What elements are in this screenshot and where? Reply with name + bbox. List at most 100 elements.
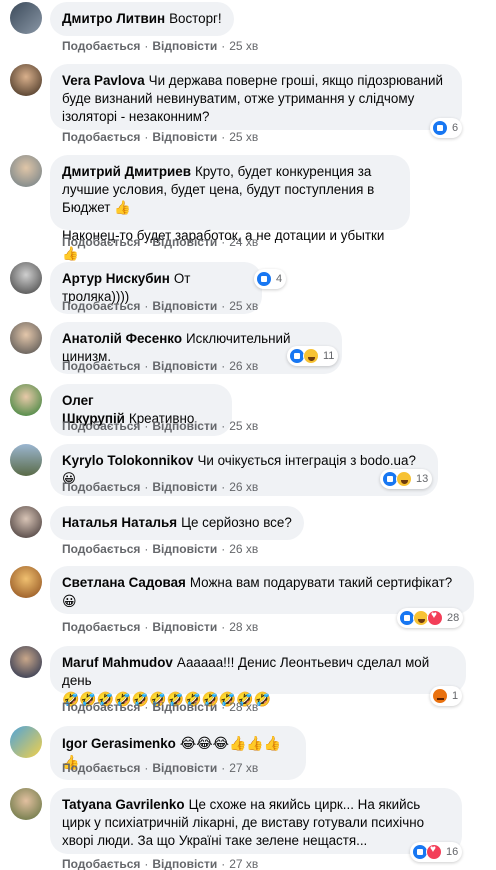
author-name[interactable]: Tatyana Gavrilenko: [62, 797, 185, 812]
avatar[interactable]: [10, 262, 42, 294]
comment-actions: Подобається · Відповісти · 28 хв: [62, 700, 259, 714]
like-link[interactable]: Подобається: [62, 857, 140, 870]
timestamp[interactable]: 26 хв: [229, 359, 258, 373]
reply-link[interactable]: Відповісти: [152, 235, 217, 249]
avatar[interactable]: [10, 2, 42, 34]
reaction-count: 11: [323, 350, 335, 362]
comment-actions: Подобається · Відповісти · 25 хв: [62, 419, 259, 433]
like-link[interactable]: Подобається: [62, 419, 140, 433]
author-name[interactable]: Артур Нискубин: [62, 271, 170, 286]
timestamp[interactable]: 26 хв: [229, 542, 258, 556]
comment-bubble: Светлана Садовая Можна вам подарувати так…: [50, 566, 474, 614]
reply-link[interactable]: Відповісти: [152, 542, 217, 556]
comment-actions: Подобається · Відповісти · 27 хв: [62, 857, 259, 870]
like-link[interactable]: Подобається: [62, 39, 140, 53]
reaction-summary[interactable]: 28: [397, 608, 464, 628]
timestamp[interactable]: 27 хв: [229, 761, 258, 775]
haha-reaction-icon: [396, 471, 412, 487]
comment-actions: Подобається · Відповісти · 27 хв: [62, 761, 259, 775]
comment-text: Восторг!: [169, 11, 222, 26]
timestamp[interactable]: 28 хв: [229, 700, 258, 714]
timestamp[interactable]: 25 хв: [229, 299, 258, 313]
reply-link[interactable]: Відповісти: [152, 857, 217, 870]
avatar[interactable]: [10, 788, 42, 820]
reaction-count: 28: [447, 612, 460, 624]
comment-actions: Подобається · Відповісти · 24 хв: [62, 235, 259, 249]
comment-bubble: Дмитро Литвин Восторг!: [50, 2, 234, 36]
comment-text-2: 😀: [62, 593, 77, 609]
timestamp[interactable]: 25 хв: [229, 130, 258, 144]
author-name[interactable]: Igor Gerasimenko: [62, 736, 176, 751]
author-name[interactable]: Vera Pavlova: [62, 73, 145, 88]
like-link[interactable]: Подобається: [62, 130, 140, 144]
author-name[interactable]: Наталья Наталья: [62, 515, 177, 530]
like-link[interactable]: Подобається: [62, 700, 140, 714]
author-name[interactable]: Светлана Садовая: [62, 575, 186, 590]
avatar[interactable]: [10, 322, 42, 354]
comment-actions: Подобається · Відповісти · 25 хв: [62, 130, 259, 144]
reaction-summary[interactable]: 1: [430, 686, 463, 706]
comment-actions: Подобається · Відповісти · 26 хв: [62, 480, 259, 494]
comment-actions: Подобається · Відповісти · 25 хв: [62, 39, 259, 53]
comment-bubble: Дмитрий Дмитриев Круто, будет конкуренция…: [50, 155, 410, 261]
love-reaction-icon: [427, 610, 443, 626]
like-link[interactable]: Подобається: [62, 480, 140, 494]
reply-link[interactable]: Відповісти: [152, 480, 217, 494]
avatar[interactable]: [10, 646, 42, 678]
avatar[interactable]: [10, 726, 42, 758]
timestamp[interactable]: 26 хв: [229, 480, 258, 494]
comment-bubble: Vera Pavlova Чи держава поверне гроші, як…: [50, 64, 462, 130]
like-reaction-icon: [432, 120, 448, 136]
like-link[interactable]: Подобається: [62, 299, 140, 313]
timestamp[interactable]: 25 хв: [229, 39, 258, 53]
comment-bubble: Tatyana Gavrilenko Це схоже на якийсь цир…: [50, 788, 462, 854]
timestamp[interactable]: 25 хв: [229, 419, 258, 433]
reaction-count: 1: [452, 690, 459, 702]
avatar[interactable]: [10, 64, 42, 96]
like-link[interactable]: Подобається: [62, 359, 140, 373]
comment-actions: Подобається · Відповісти · 26 хв: [62, 359, 259, 373]
author-name[interactable]: Kyrylo Tolokonnikov: [62, 453, 193, 468]
comment-actions: Подобається · Відповісти · 28 хв: [62, 620, 259, 634]
avatar[interactable]: [10, 506, 42, 538]
comment-text: Це серйозно все?: [181, 515, 292, 530]
like-link[interactable]: Подобається: [62, 761, 140, 775]
comment-actions: Подобається · Відповісти · 25 хв: [62, 299, 259, 313]
author-name[interactable]: Maruf Mahmudov: [62, 655, 173, 670]
avatar[interactable]: [10, 444, 42, 476]
reaction-count: 4: [276, 273, 283, 285]
avatar[interactable]: [10, 155, 42, 187]
like-link[interactable]: Подобається: [62, 620, 140, 634]
reply-link[interactable]: Відповісти: [152, 620, 217, 634]
avatar[interactable]: [10, 384, 42, 416]
reply-link[interactable]: Відповісти: [152, 761, 217, 775]
reply-link[interactable]: Відповісти: [152, 130, 217, 144]
like-link[interactable]: Подобається: [62, 235, 140, 249]
author-name[interactable]: Дмитро Литвин: [62, 11, 165, 26]
reaction-summary[interactable]: 11: [287, 346, 339, 366]
author-name[interactable]: Дмитрий Дмитриев: [62, 164, 191, 179]
timestamp[interactable]: 27 хв: [229, 857, 258, 870]
author-name[interactable]: Анатолій Фесенко: [62, 331, 182, 346]
angry-reaction-icon: [432, 688, 448, 704]
like-reaction-icon: [256, 271, 272, 287]
reaction-count: 6: [452, 122, 459, 134]
reaction-summary[interactable]: 16: [410, 842, 463, 862]
reaction-summary[interactable]: 6: [430, 118, 463, 138]
timestamp[interactable]: 28 хв: [229, 620, 258, 634]
timestamp[interactable]: 24 хв: [229, 235, 258, 249]
reaction-summary[interactable]: 13: [380, 469, 433, 489]
reply-link[interactable]: Відповісти: [152, 359, 217, 373]
reply-link[interactable]: Відповісти: [152, 39, 217, 53]
reply-link[interactable]: Відповісти: [152, 299, 217, 313]
reply-link[interactable]: Відповісти: [152, 419, 217, 433]
reaction-summary[interactable]: 4: [254, 269, 287, 289]
like-link[interactable]: Подобається: [62, 542, 140, 556]
comment-actions: Подобається · Відповісти · 26 хв: [62, 542, 259, 556]
haha-reaction-icon: [303, 348, 319, 364]
comment-text: Можна вам подарувати такий сертифікат?: [189, 575, 453, 590]
love-reaction-icon: [426, 844, 442, 860]
reply-link[interactable]: Відповісти: [152, 700, 217, 714]
avatar[interactable]: [10, 566, 42, 598]
reaction-count: 16: [446, 846, 459, 858]
